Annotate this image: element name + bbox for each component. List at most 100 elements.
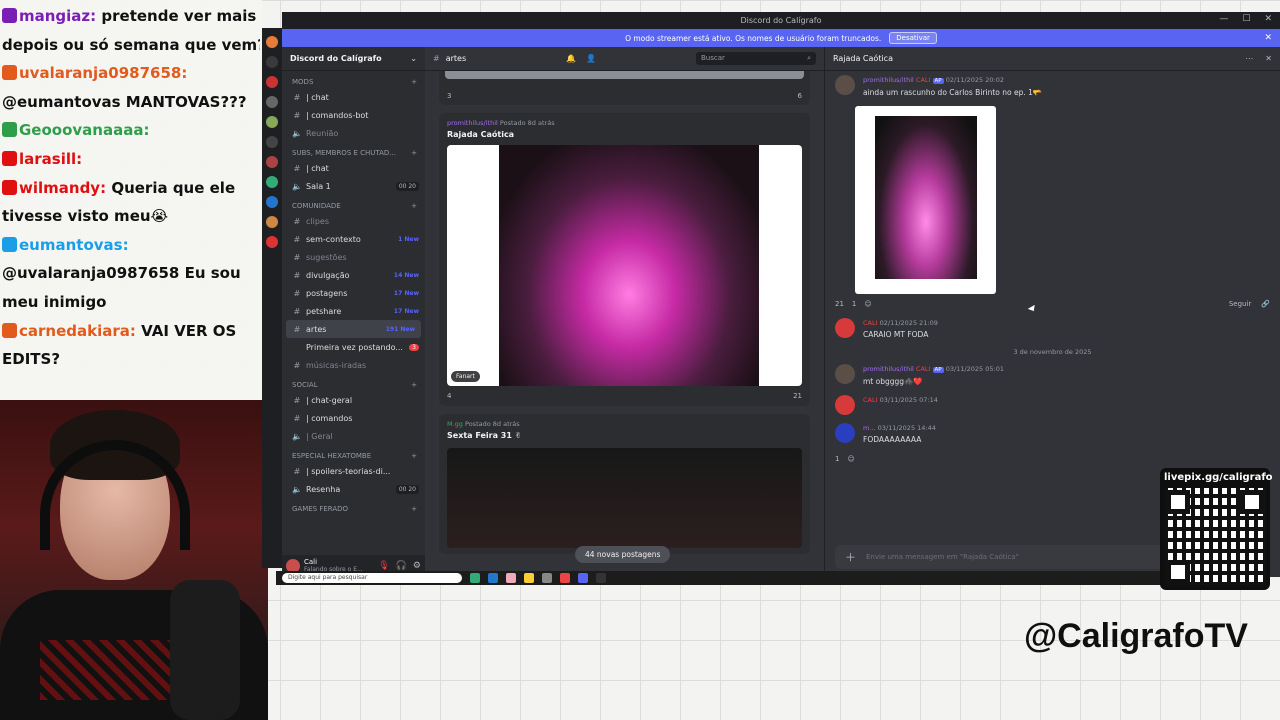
reaction-count[interactable]: 21 — [793, 392, 802, 400]
sidebar-channel[interactable]: # postagens 17 New — [282, 284, 425, 302]
add-channel-icon[interactable]: + — [411, 202, 417, 210]
server-icon[interactable] — [266, 76, 278, 88]
sidebar-channel[interactable]: # | chat — [282, 159, 425, 177]
server-header[interactable]: Discord do Calígrafo ⌄ — [282, 47, 425, 71]
members-icon[interactable]: 👤 — [586, 54, 596, 63]
chat-message[interactable]: promithilus/ithil CALI AP 03/11/2025 05:… — [825, 360, 1280, 391]
taskbar-app-icon[interactable] — [542, 573, 552, 583]
sidebar-channel[interactable]: # | comandos — [282, 409, 425, 427]
reaction-count[interactable]: 1 — [852, 300, 856, 308]
server-icon[interactable] — [266, 136, 278, 148]
taskbar-search[interactable]: Digite aqui para pesquisar — [282, 573, 462, 583]
channel-category[interactable]: SUBS, MEMBROS E CHUTAD... + — [282, 142, 425, 159]
chat-message[interactable]: promithilus/ithil CALI AP 02/11/2025 20:… — [825, 71, 1280, 102]
add-channel-icon[interactable]: + — [411, 78, 417, 86]
add-reaction-icon[interactable]: ☺ — [864, 300, 871, 308]
mute-icon[interactable]: 🎙 — [378, 561, 389, 571]
post-author[interactable]: promithilus/ithil — [447, 119, 498, 127]
channel-category[interactable]: SOCIAL + — [282, 374, 425, 391]
disable-streamer-mode-button[interactable]: Desativar — [889, 32, 937, 44]
close-button[interactable]: ✕ — [1264, 14, 1272, 24]
channel-category[interactable]: MODS + — [282, 71, 425, 88]
taskbar-app-icon[interactable] — [470, 573, 480, 583]
reaction-count[interactable]: 1 — [835, 455, 839, 463]
sidebar-channel[interactable]: 🔈 Sala 1 00 20 — [282, 177, 425, 195]
server-icon[interactable] — [266, 176, 278, 188]
chat-message[interactable]: CALI 02/11/2025 21:09 CARAIO MT FODA — [825, 314, 1280, 344]
thread-title: Rajada Caótica — [833, 54, 893, 63]
new-posts-button[interactable]: 44 novas postagens — [575, 546, 671, 563]
minimize-button[interactable]: — — [1219, 14, 1228, 24]
sidebar-channel[interactable]: # artes 191 New — [286, 320, 421, 338]
more-icon[interactable]: ⋯ — [1245, 54, 1253, 63]
sidebar-channel[interactable]: # | comandos-bot — [282, 106, 425, 124]
post-image[interactable] — [447, 448, 802, 548]
follow-button[interactable]: Seguir — [1229, 300, 1251, 308]
headphones-icon[interactable]: 🎧 — [396, 561, 407, 571]
sidebar-channel[interactable]: # | spoilers-teorias-di... — [282, 462, 425, 480]
sidebar-channel[interactable]: # sem-contexto 1 New — [282, 230, 425, 248]
taskbar-app-icon[interactable] — [560, 573, 570, 583]
add-channel-icon[interactable]: + — [411, 149, 417, 157]
sidebar-channel[interactable]: # sugestões — [282, 248, 425, 266]
sidebar-channel[interactable]: # | chat-geral — [282, 391, 425, 409]
chat-message[interactable]: m... 03/11/2025 14:44 FODAAAAAAAA — [825, 419, 1280, 449]
message-author[interactable]: promithilus/ithil — [863, 365, 914, 373]
server-icon[interactable] — [266, 56, 278, 68]
taskbar-app-icon[interactable] — [524, 573, 534, 583]
add-reaction-icon[interactable]: ☺ — [847, 455, 854, 463]
post-author[interactable]: M.gg — [447, 420, 463, 428]
sidebar-channel[interactable]: Primeira vez postando... 3 — [282, 338, 425, 356]
avatar[interactable] — [835, 395, 855, 415]
server-icon[interactable] — [266, 156, 278, 168]
reaction-count[interactable]: 6 — [798, 92, 802, 100]
post-title[interactable]: Sexta Feira 31 ✌ — [447, 431, 802, 440]
channel-category[interactable]: GAMES FERADO + — [282, 498, 425, 515]
add-channel-icon[interactable]: + — [411, 505, 417, 513]
sidebar-channel[interactable]: 🔈 | Geral — [282, 427, 425, 445]
add-channel-icon[interactable]: + — [411, 381, 417, 389]
gear-icon[interactable]: ⚙ — [413, 561, 421, 571]
sidebar-channel[interactable]: # músicas-iradas — [282, 356, 425, 374]
taskbar-app-icon[interactable] — [506, 573, 516, 583]
avatar[interactable] — [835, 423, 855, 443]
channel-category[interactable]: COMUNIDADE + — [282, 195, 425, 212]
sidebar-channel[interactable]: # divulgação 14 New — [282, 266, 425, 284]
sidebar-channel[interactable]: # | chat — [282, 88, 425, 106]
plus-icon[interactable]: ＋ — [845, 549, 856, 565]
post-title[interactable]: Rajada Caótica — [447, 130, 802, 139]
sidebar-channel[interactable]: # petshare 17 New — [282, 302, 425, 320]
add-channel-icon[interactable]: + — [411, 452, 417, 460]
sidebar-channel[interactable]: # clipes — [282, 212, 425, 230]
bell-icon[interactable]: 🔔 — [566, 54, 576, 63]
avatar[interactable] — [835, 318, 855, 338]
server-icon[interactable] — [266, 196, 278, 208]
server-icon[interactable] — [266, 116, 278, 128]
server-icon[interactable] — [266, 36, 278, 48]
reaction-count[interactable]: 21 — [835, 300, 844, 308]
message-author[interactable]: promithilus/ithil — [863, 76, 914, 84]
post-card[interactable]: promithilus/ithil Postado 8d atrás Rajad… — [439, 113, 810, 406]
maximize-button[interactable]: ☐ — [1242, 14, 1250, 24]
server-icon[interactable] — [266, 216, 278, 228]
sidebar-channel[interactable]: 🔈 Reunião — [282, 124, 425, 142]
sidebar-channel[interactable]: 🔈 Resenha 00 20 — [282, 480, 425, 498]
message-image[interactable] — [855, 106, 996, 294]
banner-close-icon[interactable]: ✕ — [1264, 33, 1272, 43]
chat-message[interactable]: CALI 03/11/2025 07:14 — [825, 391, 1280, 419]
close-icon[interactable]: ✕ — [1265, 54, 1272, 63]
avatar[interactable] — [835, 364, 855, 384]
search-input[interactable]: Buscar ⌕ — [696, 52, 816, 65]
taskbar-app-icon[interactable] — [488, 573, 498, 583]
post-card[interactable]: M.gg Postado 8d atrás Sexta Feira 31 ✌ — [439, 414, 810, 554]
taskbar-app-icon[interactable] — [596, 573, 606, 583]
server-icon[interactable] — [266, 96, 278, 108]
avatar[interactable] — [835, 75, 855, 95]
post-card[interactable]: 3 6 — [439, 71, 810, 105]
post-image[interactable]: Fanart — [447, 145, 802, 386]
channel-category[interactable]: ESPECIAL HEXATOMBE + — [282, 445, 425, 462]
server-icon[interactable] — [266, 236, 278, 248]
message-author[interactable]: m... — [863, 424, 876, 432]
link-icon[interactable]: 🔗 — [1261, 300, 1270, 308]
taskbar-app-icon[interactable] — [578, 573, 588, 583]
